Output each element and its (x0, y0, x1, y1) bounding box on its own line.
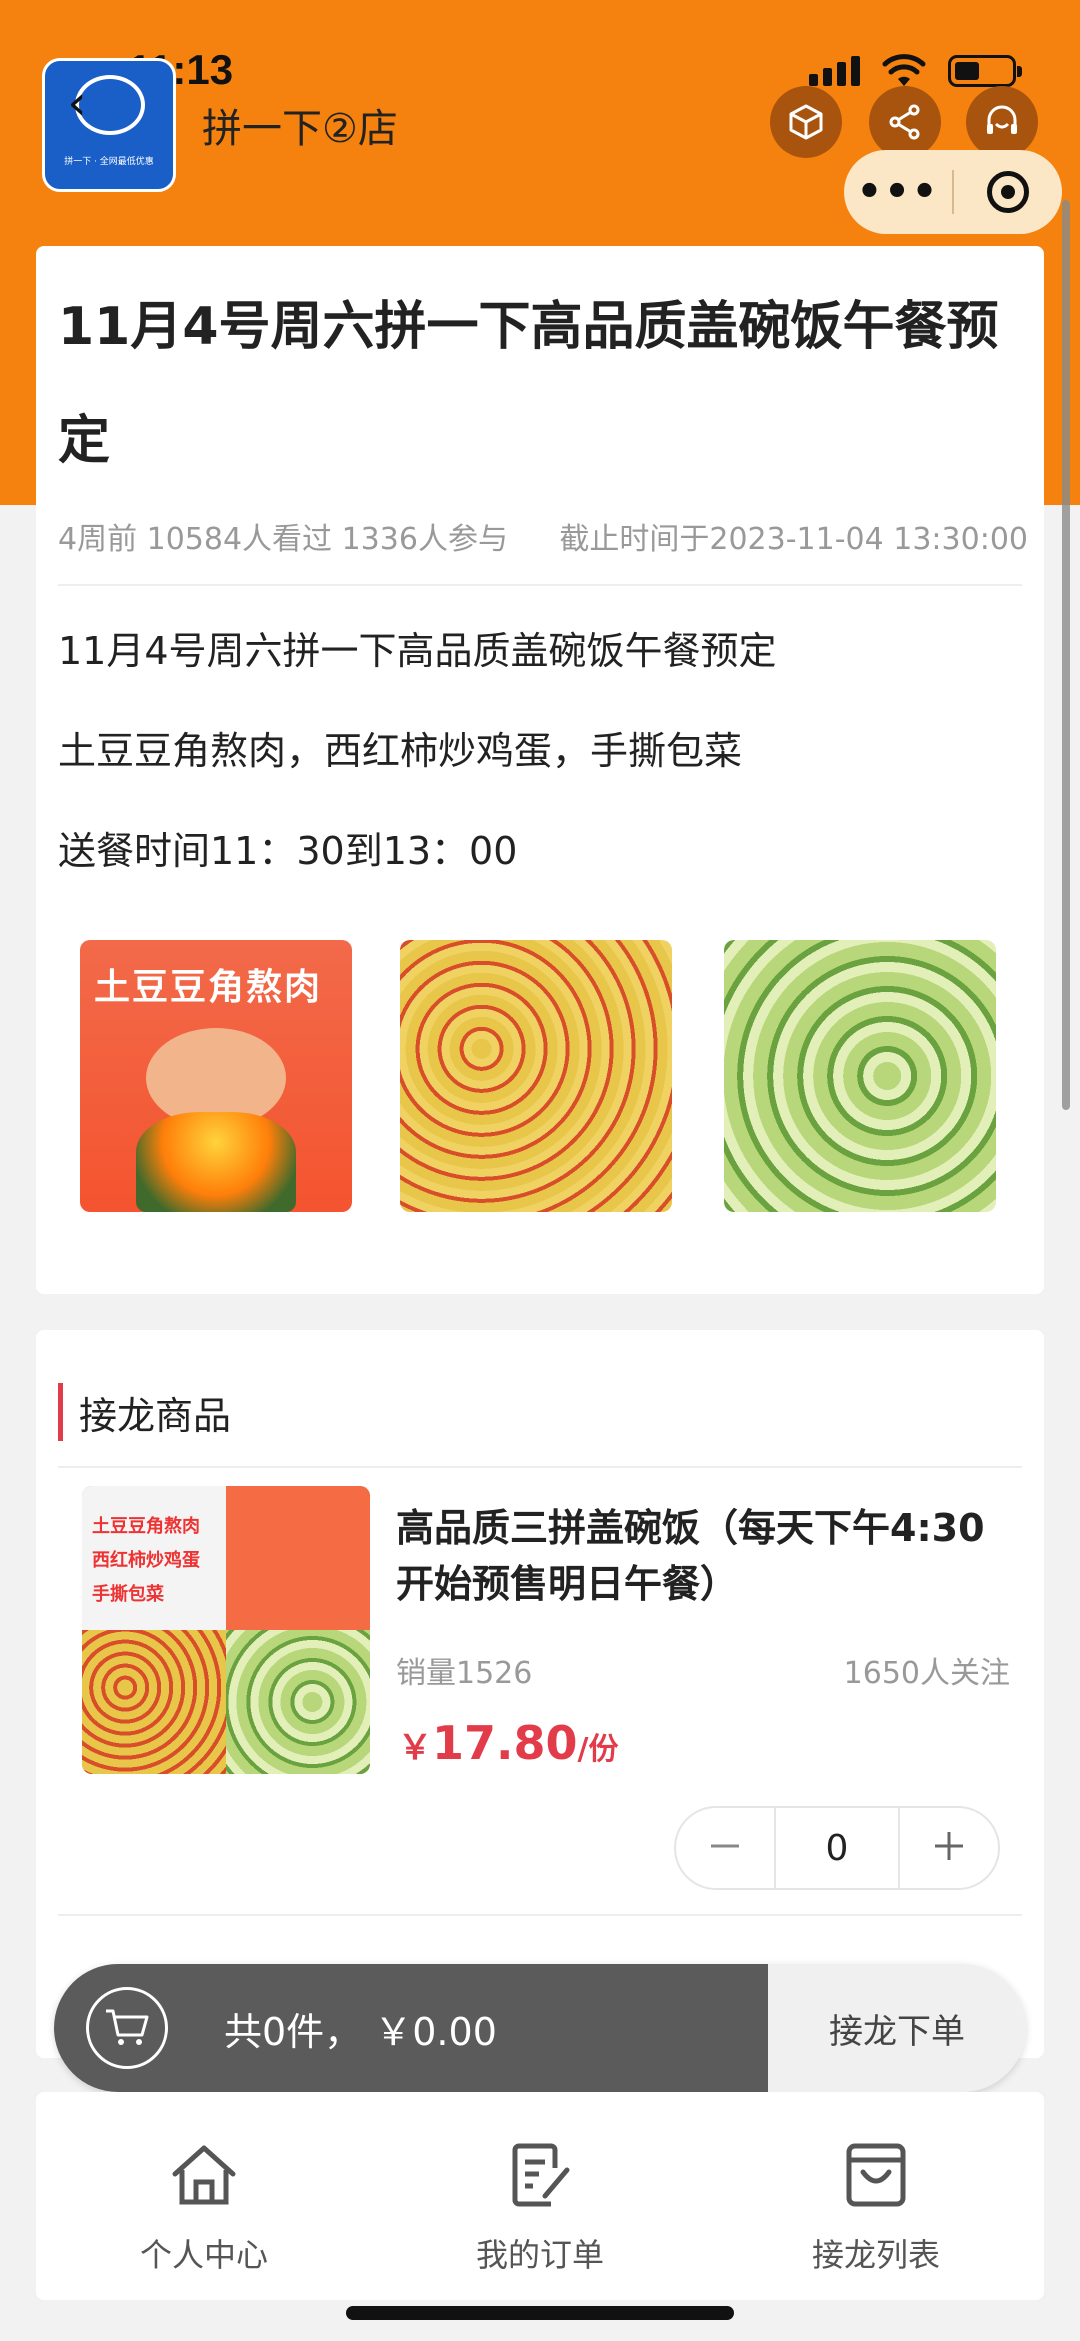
quantity-stepper: 0 (674, 1806, 1000, 1890)
nav-item-profile[interactable]: 个人中心 (36, 2092, 372, 2300)
nav-label: 接龙列表 (811, 2236, 940, 2274)
post-desc-line: 送餐时间11：30到13：00 (58, 829, 518, 873)
price-unit: /份 (577, 1732, 619, 1767)
product-image-line: 手撕包菜 (92, 1584, 164, 1605)
status-icons (809, 54, 1022, 88)
post-meta: 4周前 10584人看过 1336人参与 截止时间于2023-11-04 13:… (58, 514, 1028, 558)
product-name[interactable]: 高品质三拼盖碗饭（每天下午4:30开始预售明日午餐） (396, 1500, 1016, 1612)
cube-icon (789, 104, 823, 140)
home-icon (169, 2140, 239, 2210)
food-image-label: 土豆豆角熬肉 (94, 967, 323, 1008)
cube-button[interactable] (770, 86, 842, 158)
food-image-cabbage[interactable] (724, 940, 996, 1212)
close-miniprogram-button[interactable] (954, 171, 1062, 213)
price-value: 17.80 (432, 1716, 578, 1770)
post-stats: 4周前 10584人看过 1336人参与 (58, 522, 508, 557)
product-image-egg (82, 1630, 226, 1774)
nav-item-list[interactable]: 接龙列表 (708, 2092, 1044, 2300)
more-options-button[interactable]: ••• (844, 169, 952, 215)
store-name: 拼一下②店 (202, 106, 398, 152)
increase-quantity-button[interactable] (900, 1823, 998, 1874)
quantity-value[interactable]: 0 (774, 1808, 900, 1888)
post-card: 11月4号周六拼一下高品质盖碗饭午餐预定 4周前 10584人看过 1336人参… (36, 246, 1044, 1294)
decrease-quantity-button[interactable] (676, 1823, 774, 1874)
nav-label: 个人中心 (139, 2236, 268, 2274)
cellular-signal-icon (809, 56, 860, 86)
divider (58, 1466, 1022, 1468)
food-image-tomato-egg[interactable] (400, 940, 672, 1212)
shopping-cart-icon[interactable] (86, 1987, 168, 2069)
fire-illustration (136, 1112, 296, 1212)
nav-label: 我的订单 (475, 2236, 604, 2274)
post-desc-line: 土豆豆角熬肉，西红柿炒鸡蛋，手撕包菜 (58, 729, 743, 773)
plus-icon (935, 1831, 963, 1860)
wifi-icon (882, 54, 926, 86)
cart-summary: 共0件， ￥0.00 (224, 2009, 497, 2054)
product-card: 接龙商品 土豆豆角熬肉 西红柿炒鸡蛋 手撕包菜 高品质三拼盖碗饭（每天下午4:3… (36, 1330, 1044, 2058)
cart-bar: 共0件， ￥0.00 接龙下单 (54, 1964, 1026, 2092)
back-button[interactable]: ‹ (42, 68, 112, 138)
food-image-potato-beans-pork[interactable]: 土豆豆角熬肉 (80, 940, 352, 1212)
divider (58, 584, 1022, 586)
section-title-accent (58, 1383, 63, 1441)
post-desc-line: 11月4号周六拼一下高品质盖碗饭午餐预定 (58, 629, 777, 673)
store-logo-slogan: 拼一下 · 全网最低优惠 (64, 157, 154, 167)
chevron-left-icon: ‹ (67, 75, 87, 131)
product-image-line: 土豆豆角熬肉 (92, 1516, 200, 1537)
product-sales: 销量1526 (396, 1656, 533, 1691)
checkout-button[interactable]: 接龙下单 (768, 1964, 1026, 2092)
post-title: 11月4号周六拼一下高品质盖碗饭午餐预定 (58, 297, 999, 471)
headset-icon (987, 105, 1017, 134)
bag-icon (841, 2140, 911, 2210)
divider (58, 1914, 1022, 1916)
price-currency: ￥ (398, 1728, 432, 1768)
product-image-cabbage (226, 1630, 370, 1774)
nav-item-orders[interactable]: 我的订单 (372, 2092, 708, 2300)
product-image[interactable]: 土豆豆角熬肉 西红柿炒鸡蛋 手撕包菜 (82, 1486, 370, 1774)
battery-icon (948, 55, 1022, 87)
product-image-line: 西红柿炒鸡蛋 (92, 1550, 200, 1571)
share-icon (889, 104, 920, 140)
customer-service-button[interactable] (966, 86, 1038, 158)
post-deadline: 截止时间于2023-11-04 13:30:00 (559, 522, 1028, 557)
cart-summary-area[interactable]: 共0件， ￥0.00 (54, 1964, 768, 2092)
minus-icon (711, 1844, 739, 1847)
section-title: 接龙商品 (58, 1383, 232, 1441)
miniprogram-capsule: ••• (844, 150, 1062, 234)
scrollbar[interactable] (1062, 200, 1070, 1110)
share-button[interactable] (869, 86, 941, 158)
order-icon (505, 2140, 575, 2210)
product-image-text-panel: 土豆豆角熬肉 西红柿炒鸡蛋 手撕包菜 (82, 1486, 226, 1630)
target-icon (987, 171, 1029, 213)
product-image-pork (226, 1486, 370, 1630)
home-indicator[interactable] (346, 2306, 734, 2320)
product-price: ￥17.80/份 (398, 1716, 618, 1770)
bottom-nav: 个人中心 我的订单 接龙列表 (36, 2092, 1044, 2300)
section-title-text: 接龙商品 (79, 1393, 232, 1438)
product-followers: 1650人关注 (843, 1656, 1010, 1691)
